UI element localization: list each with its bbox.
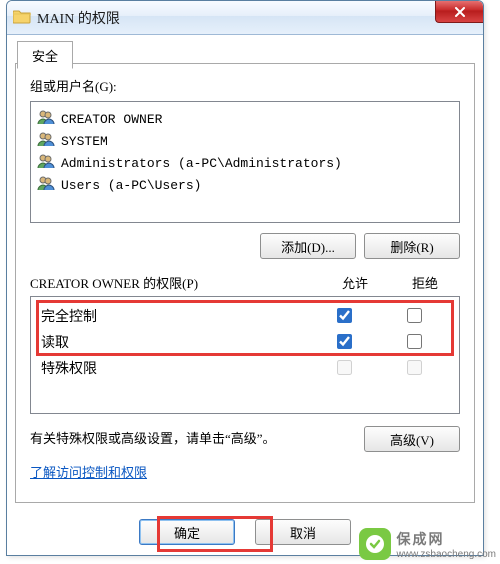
group-list[interactable]: CREATOR OWNER SYSTEM Administrators (a-P… — [30, 101, 460, 223]
learn-more-link[interactable]: 了解访问控制和权限 — [30, 462, 147, 481]
titlebar[interactable]: MAIN 的权限 — [7, 1, 483, 35]
deny-checkbox[interactable] — [407, 308, 422, 323]
ok-button[interactable]: 确定 — [139, 519, 235, 545]
permission-name: 特殊权限 — [41, 358, 309, 378]
group-name: Administrators (a-PC\Administrators) — [61, 156, 342, 171]
deny-checkbox[interactable] — [407, 334, 422, 349]
allow-checkbox[interactable] — [337, 308, 352, 323]
close-button[interactable] — [435, 1, 483, 23]
group-name: CREATOR OWNER — [61, 112, 162, 127]
group-row[interactable]: Administrators (a-PC\Administrators) — [37, 152, 453, 174]
group-name: Users (a-PC\Users) — [61, 178, 201, 193]
permissions-list: 完全控制 读取 特殊权限 — [30, 296, 460, 414]
users-icon — [37, 175, 55, 195]
watermark-text: 保成网 www.zsbaocheng.com — [397, 529, 497, 560]
watermark: 保成网 www.zsbaocheng.com — [359, 528, 497, 560]
cancel-button[interactable]: 取消 — [255, 519, 351, 545]
deny-checkbox — [407, 360, 422, 375]
remove-button[interactable]: 删除(R) — [364, 233, 460, 259]
allow-checkbox[interactable] — [337, 334, 352, 349]
add-button[interactable]: 添加(D)... — [260, 233, 356, 259]
tab-panel: 组或用户名(G): CREATOR OWNER SYSTEM Administr… — [15, 63, 475, 503]
group-name: SYSTEM — [61, 134, 108, 149]
group-row[interactable]: SYSTEM — [37, 130, 453, 152]
window-title: MAIN 的权限 — [37, 8, 120, 28]
group-row[interactable]: Users (a-PC\Users) — [37, 174, 453, 196]
permissions-label: CREATOR OWNER 的权限(P) — [30, 273, 320, 292]
users-icon — [37, 109, 55, 129]
advanced-button[interactable]: 高级(V) — [364, 426, 460, 452]
permissions-dialog: MAIN 的权限 安全 组或用户名(G): CREATOR OWNER SYST… — [6, 0, 484, 556]
permission-row: 特殊权限 — [31, 355, 459, 381]
watermark-badge-icon — [359, 528, 391, 560]
group-names-label: 组或用户名(G): — [30, 76, 460, 95]
allow-header: 允许 — [320, 273, 390, 292]
permission-name: 完全控制 — [41, 306, 309, 326]
users-icon — [37, 153, 55, 173]
permission-row: 完全控制 — [31, 303, 459, 329]
permission-row: 读取 — [31, 329, 459, 355]
advanced-text: 有关特殊权限或高级设置，请单击“高级”。 — [30, 429, 354, 449]
client-area: 安全 组或用户名(G): CREATOR OWNER SYSTEM Admini… — [15, 41, 475, 503]
deny-header: 拒绝 — [390, 273, 460, 292]
allow-checkbox — [337, 360, 352, 375]
users-icon — [37, 131, 55, 151]
close-icon — [454, 7, 466, 17]
group-row[interactable]: CREATOR OWNER — [37, 108, 453, 130]
permission-name: 读取 — [41, 332, 309, 352]
tab-security[interactable]: 安全 — [17, 41, 73, 69]
folder-icon — [13, 8, 31, 28]
